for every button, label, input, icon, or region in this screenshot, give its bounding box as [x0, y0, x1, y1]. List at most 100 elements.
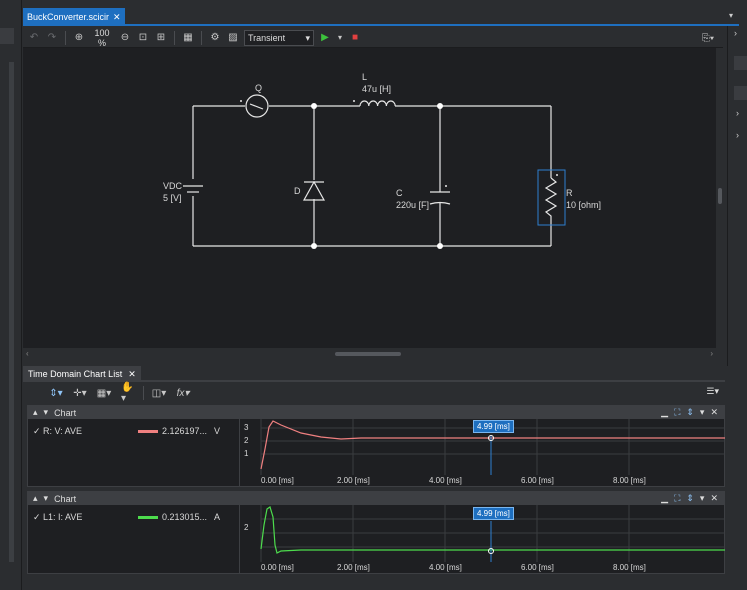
- toolbar-divider: [65, 30, 66, 45]
- legend-color-swatch: [138, 515, 158, 519]
- legend-value: 2.126197...: [162, 426, 208, 436]
- menu-icon[interactable]: ☰▾: [706, 386, 719, 397]
- source-name-label: VDC: [163, 181, 183, 191]
- x-tick-label: 8.00 [ms]: [613, 476, 646, 485]
- chart-list-tab[interactable]: Time Domain Chart List ✕: [23, 366, 141, 382]
- scroll-left-icon[interactable]: ‹: [26, 349, 29, 358]
- minimize-icon[interactable]: ▁: [661, 406, 668, 419]
- capacitor-value-label: 220u [F]: [396, 200, 430, 210]
- collapse-icon[interactable]: ▴: [33, 407, 38, 418]
- page-options-icon[interactable]: ⎘▾: [701, 31, 715, 45]
- chevron-down-icon[interactable]: ▾: [700, 406, 705, 419]
- chart-plot-area[interactable]: 2 0.00 [ms] 2.00 [ms] 4.00 [ms] 6.00 [ms…: [241, 505, 725, 573]
- fit-all-icon[interactable]: ⛶: [674, 492, 680, 505]
- chevron-down-icon[interactable]: ▾: [700, 492, 705, 505]
- stop-icon[interactable]: ■: [348, 31, 362, 45]
- grid-icon[interactable]: ▦▾: [97, 386, 111, 400]
- cursor-icon[interactable]: ✛▾: [73, 386, 87, 400]
- run-options-chevron-icon[interactable]: ▾: [336, 31, 344, 45]
- checkmark-icon[interactable]: ✓: [33, 426, 43, 437]
- inductor-name-label: L: [362, 72, 368, 82]
- dc-voltage-source[interactable]: [183, 185, 203, 193]
- fit-y-icon[interactable]: ⇕: [686, 406, 694, 419]
- settings-gear-icon[interactable]: ⚙: [208, 31, 222, 45]
- scrollbar-thumb[interactable]: [335, 352, 401, 356]
- legend-series-name: R: V: AVE: [43, 426, 83, 436]
- checkmark-icon[interactable]: ✓: [33, 512, 43, 523]
- function-icon[interactable]: fx▾: [176, 386, 190, 400]
- diode-d[interactable]: [302, 180, 326, 201]
- image-export-icon[interactable]: ▨: [226, 31, 240, 45]
- y-tick-label: 2: [244, 436, 249, 445]
- fit-y-icon[interactable]: ⇕: [686, 492, 694, 505]
- canvas-vertical-scrollbar[interactable]: [716, 48, 724, 348]
- grid-icon[interactable]: ▦: [181, 31, 195, 45]
- right-side-panel: › › ›: [727, 26, 747, 366]
- editor-toolbar: ↶ ↷ ⊕ 100 % ⊖ ⊡ ⊞ ▦ ⚙ ▨ Transient ▾ ▶ ▾ …: [23, 28, 723, 48]
- x-tick-label: 8.00 [ms]: [613, 563, 646, 572]
- collapse-icon[interactable]: ▴: [33, 493, 38, 504]
- document-tab[interactable]: BuckConverter.scicir ✕: [23, 8, 125, 26]
- chart-toolbar: ⇕▾ ✛▾ ▦▾ ✋▾ ◫▾ fx▾ ☰▾: [23, 382, 725, 404]
- left-side-panel: [0, 0, 22, 590]
- analysis-mode-value: Transient: [248, 32, 286, 43]
- fit-vertical-icon[interactable]: ⇕▾: [49, 386, 63, 400]
- canvas-horizontal-scrollbar[interactable]: ‹ ›: [23, 348, 716, 360]
- chart-plot-area[interactable]: 3 2 1 0.00 [ms] 2.00 [ms] 4.00 [ms] 6.00…: [241, 419, 725, 486]
- zoom-selection-icon[interactable]: ⊞: [154, 31, 168, 45]
- fit-view-icon[interactable]: ⊡: [136, 31, 150, 45]
- minimize-icon[interactable]: ▁: [661, 492, 668, 505]
- chart-header: ▴ ▾ Chart ▁ ⛶ ⇕ ▾ ✕: [28, 492, 724, 505]
- diode-name-label: D: [294, 186, 301, 196]
- app-window: BuckConverter.scicir ✕ ▾ ↶ ↷ ⊕ 100 % ⊖ ⊡…: [0, 0, 747, 590]
- zoom-out-icon[interactable]: ⊖: [118, 31, 132, 45]
- legend-color-swatch: [138, 429, 158, 433]
- inductor-l[interactable]: [353, 100, 396, 107]
- chevron-right-icon[interactable]: ›: [734, 28, 737, 38]
- left-panel-scrollbar[interactable]: [9, 62, 14, 562]
- resistor-r[interactable]: [537, 169, 566, 226]
- close-icon[interactable]: ✕: [113, 8, 121, 26]
- y-tick-label: 1: [244, 449, 249, 458]
- y-tick-label: 3: [244, 423, 249, 432]
- legend-series-name: L1: I: AVE: [43, 512, 83, 522]
- pan-hand-icon[interactable]: ✋▾: [121, 382, 135, 404]
- x-tick-label: 6.00 [ms]: [521, 476, 554, 485]
- close-icon[interactable]: ✕: [710, 406, 718, 419]
- chart-panel: ▴ ▾ Chart ▁ ⛶ ⇕ ▾ ✕ ✓ R: V: AVE 2.126197…: [27, 405, 725, 487]
- close-icon[interactable]: ✕: [710, 492, 718, 505]
- cursor-time-badge[interactable]: 4.99 [ms]: [473, 507, 514, 520]
- legend-entry[interactable]: ✓ R: V: AVE 2.126197... V: [33, 425, 233, 437]
- x-tick-label: 0.00 [ms]: [261, 563, 294, 572]
- schematic-canvas[interactable]: Q L 47u [H] VDC 5 [V] D C 220u [F] R 10 …: [23, 48, 716, 348]
- chart-menu-chevron-icon[interactable]: ▾: [44, 407, 49, 418]
- bottom-panel-tab-bar: Time Domain Chart List ✕: [23, 366, 725, 382]
- scrollbar-thumb[interactable]: [718, 188, 722, 204]
- chart-panel: ▴ ▾ Chart ▁ ⛶ ⇕ ▾ ✕ ✓ L1: I: AVE 0.21301…: [27, 491, 725, 574]
- chevron-right-icon[interactable]: ›: [736, 130, 739, 140]
- fit-all-icon[interactable]: ⛶: [674, 406, 680, 419]
- tab-list-chevron-icon[interactable]: ▾: [725, 10, 737, 22]
- resistor-name-label: R: [566, 188, 573, 198]
- resistor-value-label: 10 [ohm]: [566, 200, 602, 210]
- x-tick-label: 2.00 [ms]: [337, 563, 370, 572]
- x-tick-label: 4.00 [ms]: [429, 563, 462, 572]
- undo-icon[interactable]: ↶: [27, 31, 41, 45]
- source-value-label: 5 [V]: [163, 193, 182, 203]
- run-icon[interactable]: ▶: [318, 31, 332, 45]
- cursor-time-badge[interactable]: 4.99 [ms]: [473, 420, 514, 433]
- chart-legend: ✓ L1: I: AVE 0.213015... A: [28, 505, 240, 573]
- chart-menu-chevron-icon[interactable]: ▾: [44, 493, 49, 504]
- redo-icon[interactable]: ↷: [45, 31, 59, 45]
- close-icon[interactable]: ✕: [128, 366, 136, 382]
- layout-icon[interactable]: ◫▾: [152, 386, 166, 400]
- legend-entry[interactable]: ✓ L1: I: AVE 0.213015... A: [33, 511, 233, 523]
- zoom-in-icon[interactable]: ⊕: [72, 31, 86, 45]
- scroll-right-icon[interactable]: ›: [710, 349, 713, 358]
- chart-list-tab-label: Time Domain Chart List: [28, 369, 123, 379]
- analysis-mode-select[interactable]: Transient ▾: [244, 29, 314, 46]
- toolbar-divider: [174, 30, 175, 45]
- legend-unit: V: [214, 426, 221, 436]
- chevron-right-icon[interactable]: ›: [736, 108, 739, 118]
- x-tick-label: 6.00 [ms]: [521, 563, 554, 572]
